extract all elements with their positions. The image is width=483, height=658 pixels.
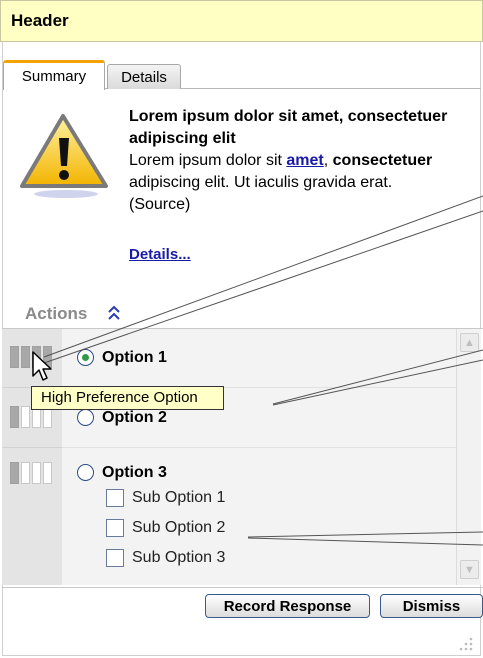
message-body-rest: adipiscing elit. Ut iaculis gravida erat… [129,174,393,191]
message-inline-link[interactable]: amet [286,152,323,169]
record-response-button[interactable]: Record Response [205,594,370,618]
option-row-1[interactable]: Option 1 [62,329,456,388]
message-source: (Source) [129,196,191,213]
options-scrollbar[interactable]: ▲ ▼ [456,329,481,585]
message-body-bold: consectetuer [332,152,433,169]
option-1-label[interactable]: Option 1 [102,349,167,367]
header-title: Header [11,11,69,30]
details-link[interactable]: Details... [129,246,191,263]
preference-bars-option-3 [10,462,54,484]
scroll-down-button[interactable]: ▼ [460,560,479,579]
option-1-radio[interactable] [77,349,94,366]
dismiss-button[interactable]: Dismiss [380,594,483,618]
preference-bar [10,406,19,428]
scroll-up-button[interactable]: ▲ [460,333,479,352]
option-2-label[interactable]: Option 2 [102,409,167,427]
resize-grip-icon[interactable] [456,636,474,652]
sub-option-3-label[interactable]: Sub Option 3 [132,549,225,567]
message-body-comma: , [323,152,329,169]
sub-option-1-checkbox[interactable] [106,489,124,507]
tab-summary[interactable]: Summary [3,60,105,90]
message-title: Lorem ipsum dolor sit amet, consectetuer… [129,108,448,147]
message-body-text: Lorem ipsum dolor sit [129,152,287,169]
header-bar: Header [0,0,483,42]
sub-option-1-label[interactable]: Sub Option 1 [132,489,225,507]
preference-cell [2,448,62,585]
message-text: Lorem ipsum dolor sit amet, consectetuer… [129,106,459,216]
preference-bar [32,462,41,484]
preference-bar [43,462,52,484]
preference-bar [10,346,19,368]
preference-tooltip: High Preference Option [31,386,224,410]
preference-bar [10,462,19,484]
collapse-up-icon[interactable] [106,304,122,322]
option-row-3[interactable]: Option 3 Sub Option 1 Sub Option 2 Sub O… [62,448,456,585]
option-3-label[interactable]: Option 3 [102,464,167,482]
option-2-radio[interactable] [77,409,94,426]
preference-bar [21,346,30,368]
sub-option-2-label[interactable]: Sub Option 2 [132,519,225,537]
option-3-radio[interactable] [77,464,94,481]
actions-heading: Actions [25,304,88,323]
tab-details[interactable]: Details [107,64,181,89]
sub-option-3-checkbox[interactable] [106,549,124,567]
warning-icon [20,114,108,198]
sub-option-2-checkbox[interactable] [106,519,124,537]
preference-bar [21,462,30,484]
mouse-cursor-icon [32,351,52,381]
preference-bar [21,406,30,428]
